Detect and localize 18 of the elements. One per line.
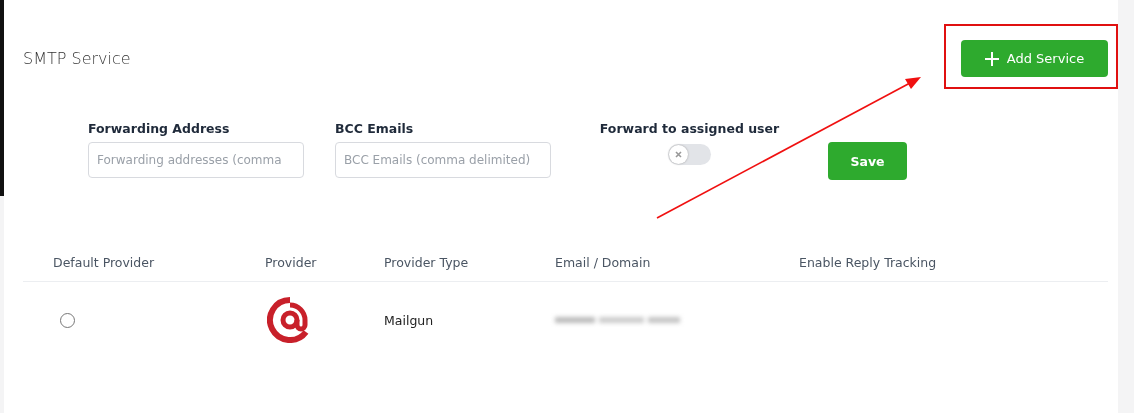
column-header: Email / Domain xyxy=(554,254,652,272)
field-label: BCC Emails xyxy=(335,121,415,136)
column-header: Provider Type xyxy=(383,254,470,272)
cross-icon xyxy=(675,151,682,158)
input-field[interactable]: Forwarding addresses (comma xyxy=(88,142,304,178)
plus-icon xyxy=(984,51,999,66)
toggle-label: Forward to assigned user xyxy=(599,121,780,136)
save-button[interactable]: Save xyxy=(828,142,907,180)
section-title: SMTP Service xyxy=(23,49,131,68)
input-field[interactable]: BCC Emails (comma delimited) xyxy=(335,142,551,178)
toggle-switch[interactable] xyxy=(668,144,711,165)
radio-button[interactable] xyxy=(60,312,75,328)
column-header: Enable Reply Tracking xyxy=(798,254,938,272)
field-label: Forwarding Address xyxy=(88,121,231,136)
add-service-button[interactable]: Add Service xyxy=(961,40,1108,77)
column-header: Default Provider xyxy=(52,254,156,272)
column-header: Provider xyxy=(264,254,318,272)
table-cell-text: Mailgun xyxy=(383,311,435,330)
